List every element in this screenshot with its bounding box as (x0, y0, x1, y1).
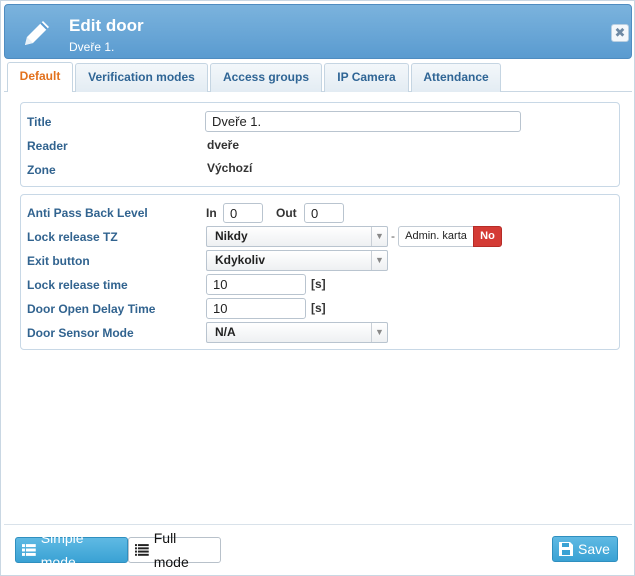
exit-button-label: Exit button (27, 254, 90, 268)
exit-button-select[interactable]: Kdykoliv ▼ (206, 250, 388, 271)
dialog-subtitle: Dveře 1. (69, 40, 115, 54)
apb-in-input[interactable] (223, 203, 263, 223)
floppy-disk-icon (559, 542, 573, 556)
save-label: Save (578, 541, 610, 557)
zone-label: Zone (27, 163, 56, 177)
admin-card-toggle[interactable]: No (473, 226, 502, 247)
tab-default[interactable]: Default (7, 62, 73, 92)
tab-attendance[interactable]: Attendance (411, 63, 501, 92)
tab-verification-modes[interactable]: Verification modes (75, 63, 208, 92)
reader-value: dveře (207, 138, 240, 152)
list-detail-icon (135, 544, 149, 556)
tab-bar: Default Verification modes Access groups… (4, 61, 632, 92)
tab-access-groups[interactable]: Access groups (210, 63, 322, 92)
door-delay-input[interactable] (206, 298, 306, 319)
lock-tz-dash: - (391, 229, 395, 243)
pencil-icon (25, 21, 49, 45)
apb-label: Anti Pass Back Level (27, 206, 148, 220)
tab-ip-camera[interactable]: IP Camera (324, 63, 409, 92)
door-delay-label: Door Open Delay Time (27, 302, 156, 316)
settings-panel: Anti Pass Back Level In Out Lock release… (20, 194, 620, 350)
close-icon[interactable]: ✖ (611, 24, 629, 42)
admin-card-label: Admin. karta (398, 226, 474, 247)
lock-time-input[interactable] (206, 274, 306, 295)
apb-out-input[interactable] (304, 203, 344, 223)
lock-tz-select[interactable]: Nikdy ▼ (206, 226, 388, 247)
zone-value: Výchozí (207, 161, 253, 175)
dialog-title: Edit door (69, 16, 144, 35)
edit-door-dialog: Edit door Dveře 1. ✖ Default Verificatio… (0, 0, 635, 576)
general-panel: Title Reader dveře Zone Výchozí (20, 102, 620, 187)
chevron-down-icon: ▼ (371, 251, 387, 270)
apb-out-label: Out (276, 206, 297, 220)
chevron-down-icon: ▼ (371, 323, 387, 342)
footer-divider (4, 524, 632, 525)
lock-time-label: Lock release time (27, 278, 128, 292)
save-button[interactable]: Save (552, 536, 618, 562)
apb-in-label: In (206, 206, 217, 220)
lock-tz-value: Nikdy (215, 229, 248, 243)
title-label: Title (27, 115, 52, 129)
full-mode-button[interactable]: Full mode (128, 530, 221, 570)
list-icon (22, 544, 36, 556)
reader-label: Reader (27, 139, 68, 153)
door-delay-unit: [s] (311, 301, 326, 315)
sensor-mode-value: N/A (215, 325, 236, 339)
simple-mode-label: Simple mode (40, 530, 84, 570)
dialog-header: Edit door Dveře 1. ✖ (4, 4, 632, 59)
exit-button-value: Kdykoliv (215, 253, 266, 267)
chevron-down-icon: ▼ (371, 227, 387, 246)
simple-mode-button[interactable]: Simple mode (15, 530, 128, 570)
lock-tz-label: Lock release TZ (27, 230, 118, 244)
sensor-mode-label: Door Sensor Mode (27, 326, 134, 340)
lock-time-unit: [s] (311, 277, 326, 291)
sensor-mode-select[interactable]: N/A ▼ (206, 322, 388, 343)
full-mode-label: Full mode (153, 530, 189, 570)
title-input[interactable] (205, 111, 521, 132)
